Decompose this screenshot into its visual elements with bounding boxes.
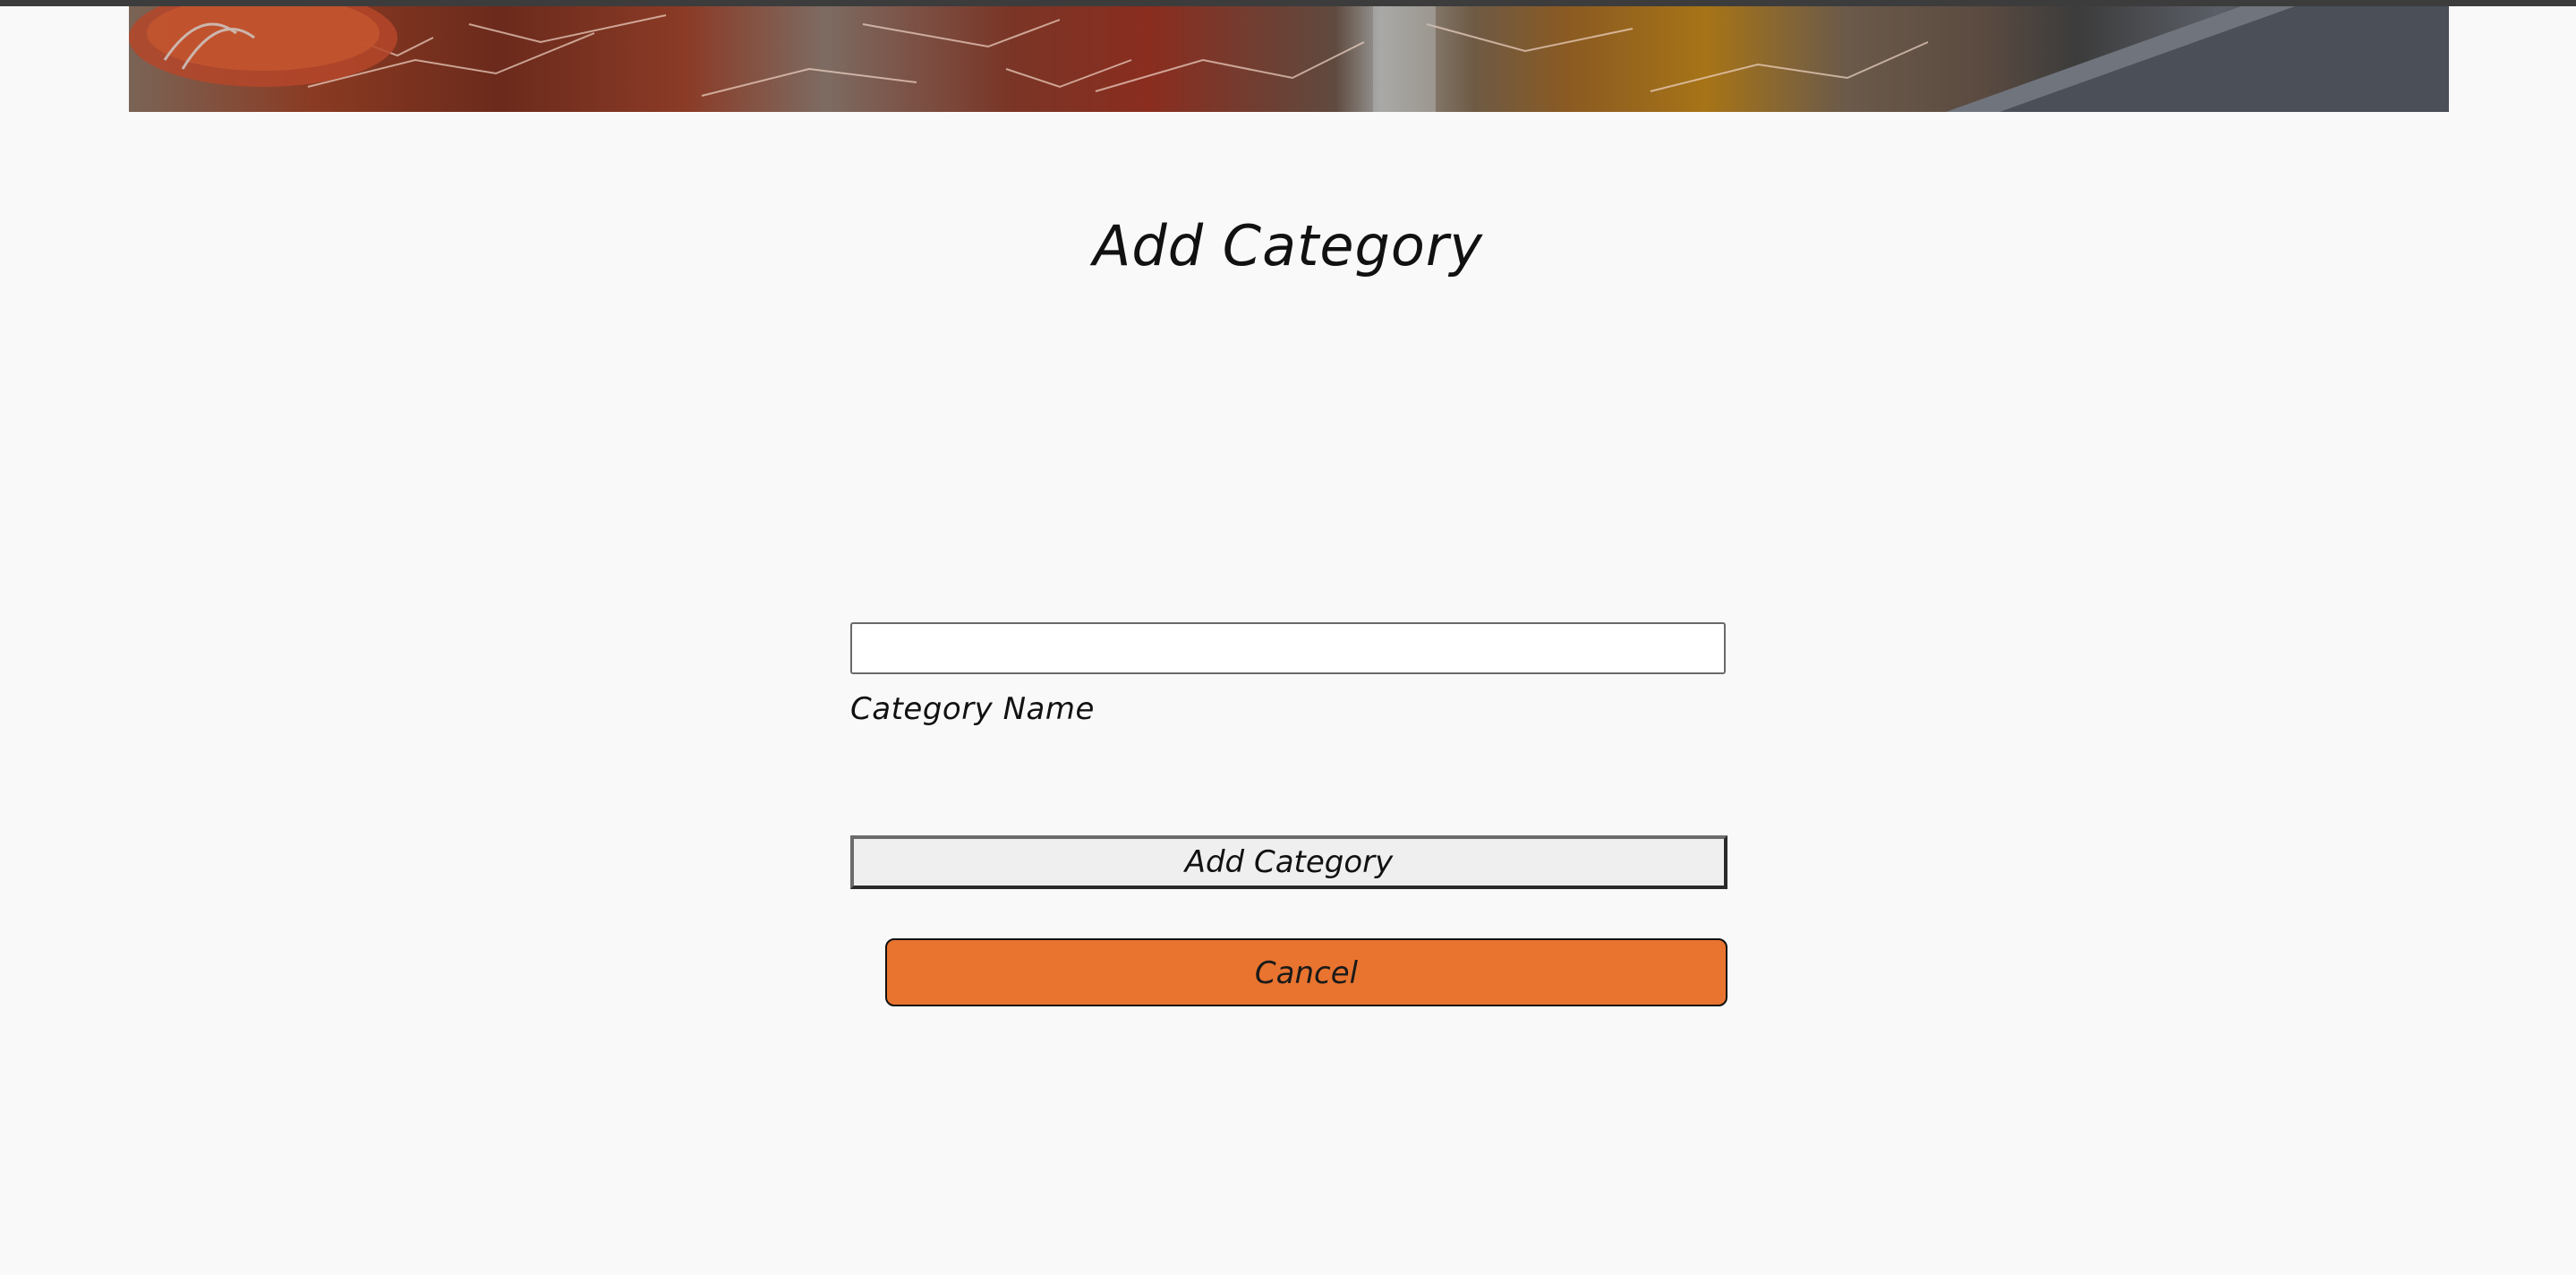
header-banner-image bbox=[129, 6, 2449, 112]
marble-texture-graphic bbox=[129, 6, 2449, 112]
page-title: Add Category bbox=[1092, 213, 1484, 278]
add-category-button[interactable]: Add Category bbox=[850, 835, 1727, 889]
top-border-strip bbox=[0, 0, 2576, 6]
category-name-input[interactable] bbox=[850, 622, 1726, 674]
category-name-label: Category Name bbox=[850, 691, 1095, 727]
cancel-button[interactable]: Cancel bbox=[885, 938, 1727, 1006]
